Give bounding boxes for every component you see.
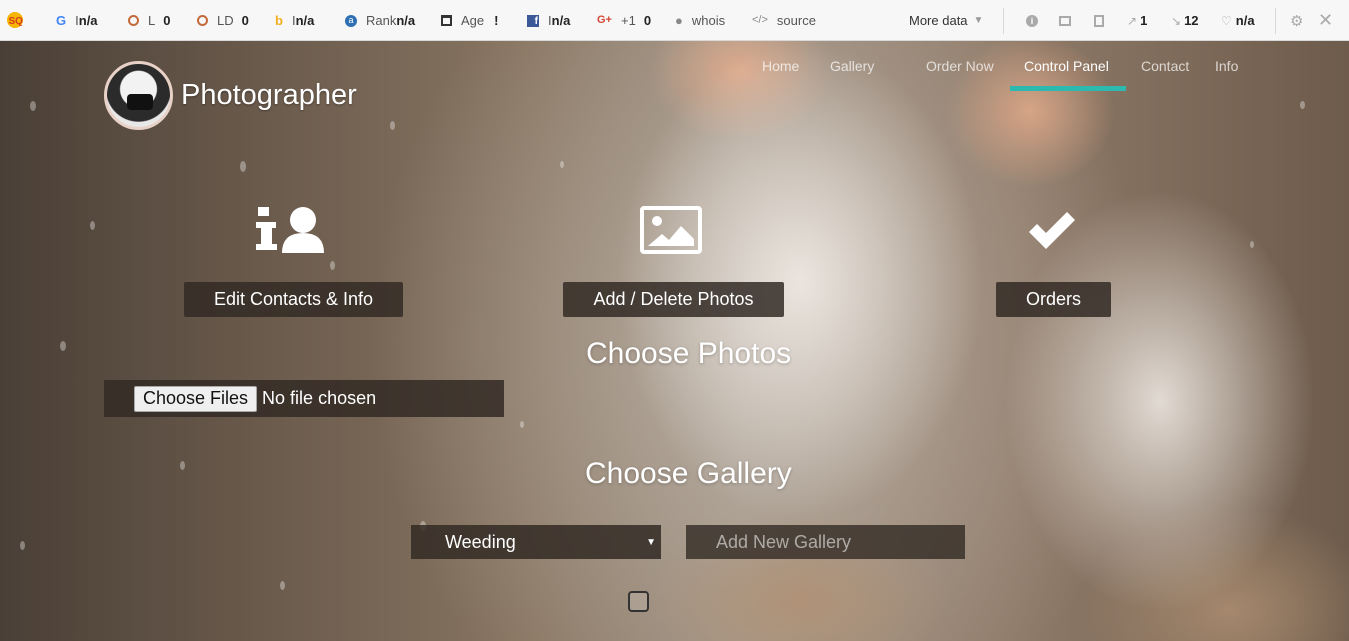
nav-gallery[interactable]: Gallery xyxy=(830,58,874,74)
internal-links-item[interactable]: ↘ 12 xyxy=(1171,0,1199,41)
facebook-icon: f xyxy=(527,14,539,27)
gallery-select-value: Weeding xyxy=(445,531,516,552)
alexa-icon: a xyxy=(345,14,357,27)
more-data-dropdown[interactable]: More data ▼ xyxy=(909,0,983,41)
google-plus-item[interactable]: G+ +1 0 xyxy=(597,0,651,41)
external-link-icon: ↗ xyxy=(1127,13,1138,28)
age-item[interactable]: Age ! xyxy=(441,0,498,41)
heart-icon: ♡ xyxy=(1221,13,1232,28)
raindrop xyxy=(390,121,395,130)
google-icon: G xyxy=(56,13,67,28)
raindrop xyxy=(280,581,285,590)
whois-link[interactable]: ● whois xyxy=(675,0,725,41)
internal-link-icon: ↘ xyxy=(1171,13,1182,28)
choose-files-button[interactable]: Choose Files xyxy=(134,385,258,412)
source-link[interactable]: </> source xyxy=(752,0,816,41)
brand-title: Photographer xyxy=(181,79,357,111)
external-links-item[interactable]: ↗ 1 xyxy=(1127,0,1147,41)
calendar-icon xyxy=(441,15,452,26)
linking-domains-item[interactable]: LD 0 xyxy=(197,0,249,41)
raindrop xyxy=(240,161,246,172)
google-plus-icon: G+ xyxy=(597,14,612,26)
chevron-down-icon: ▼ xyxy=(646,537,656,548)
raindrop xyxy=(330,261,335,270)
nav-active-indicator xyxy=(1010,86,1126,91)
nav-order-now[interactable]: Order Now xyxy=(926,58,994,74)
nav-control-panel[interactable]: Control Panel xyxy=(1024,58,1109,74)
seoquake-logo-icon[interactable]: SQ xyxy=(6,11,24,29)
add-new-gallery-input[interactable] xyxy=(686,525,965,559)
circle-icon xyxy=(128,15,139,26)
file-status: No file chosen xyxy=(262,388,377,408)
raindrop xyxy=(1300,101,1305,109)
facebook-item[interactable]: f I n/a xyxy=(527,0,570,41)
close-icon: ✕ xyxy=(1318,10,1334,30)
raindrop xyxy=(20,541,25,550)
orders-button[interactable]: Orders xyxy=(996,282,1111,317)
raindrop xyxy=(30,101,36,111)
user-icon: ● xyxy=(675,13,683,28)
circle-icon xyxy=(197,15,208,26)
diagnosis-button[interactable] xyxy=(1059,0,1071,41)
nav-info[interactable]: Info xyxy=(1215,58,1238,74)
density-button[interactable] xyxy=(1094,0,1104,41)
edit-contacts-info-button[interactable]: Edit Contacts & Info xyxy=(184,282,403,317)
screen-icon xyxy=(1059,15,1071,26)
rank-item[interactable]: a Rank n/a xyxy=(345,0,415,41)
raindrop xyxy=(90,221,95,230)
avatar xyxy=(104,61,173,130)
svg-text:SQ: SQ xyxy=(9,16,24,27)
page-icon xyxy=(1094,14,1104,27)
social-item[interactable]: ♡ n/a xyxy=(1221,0,1255,41)
seo-toolbar: SQ G I n/a L 0 LD 0 b I n/a a Rank n/a A… xyxy=(0,0,1349,41)
check-icon xyxy=(1029,212,1075,249)
chevron-down-icon: ▼ xyxy=(973,15,984,26)
choose-photos-title: Choose Photos xyxy=(586,337,792,370)
divider xyxy=(1275,8,1276,34)
nav-contact[interactable]: Contact xyxy=(1141,58,1189,74)
links-item[interactable]: L 0 xyxy=(128,0,170,41)
bing-icon: b xyxy=(275,13,283,28)
choose-gallery-title: Choose Gallery xyxy=(585,457,792,490)
nav-home[interactable]: Home xyxy=(762,58,799,74)
raindrop xyxy=(560,161,564,168)
add-delete-photos-button[interactable]: Add / Delete Photos xyxy=(563,282,784,317)
info-icon: i xyxy=(1026,14,1038,27)
divider xyxy=(1003,8,1004,34)
image-icon xyxy=(640,206,702,254)
raindrop xyxy=(1250,241,1254,248)
file-upload-field[interactable]: Choose Files No file chosen xyxy=(104,380,504,417)
brand[interactable]: Photographer xyxy=(104,61,357,130)
gear-icon: ⚙ xyxy=(1290,12,1304,30)
raindrop xyxy=(180,461,185,470)
close-toolbar-button[interactable]: ✕ xyxy=(1318,0,1333,41)
code-icon: </> xyxy=(752,14,768,26)
info-user-icon xyxy=(256,207,324,253)
gallery-checkbox[interactable] xyxy=(628,591,649,612)
google-index-item[interactable]: G I n/a xyxy=(56,0,98,41)
raindrop xyxy=(520,421,524,428)
gallery-select[interactable]: Weeding ▼ xyxy=(411,525,661,559)
bing-index-item[interactable]: b I n/a xyxy=(275,0,314,41)
page-info-button[interactable]: i xyxy=(1026,0,1038,41)
raindrop xyxy=(60,341,66,351)
settings-button[interactable]: ⚙ xyxy=(1290,0,1303,41)
